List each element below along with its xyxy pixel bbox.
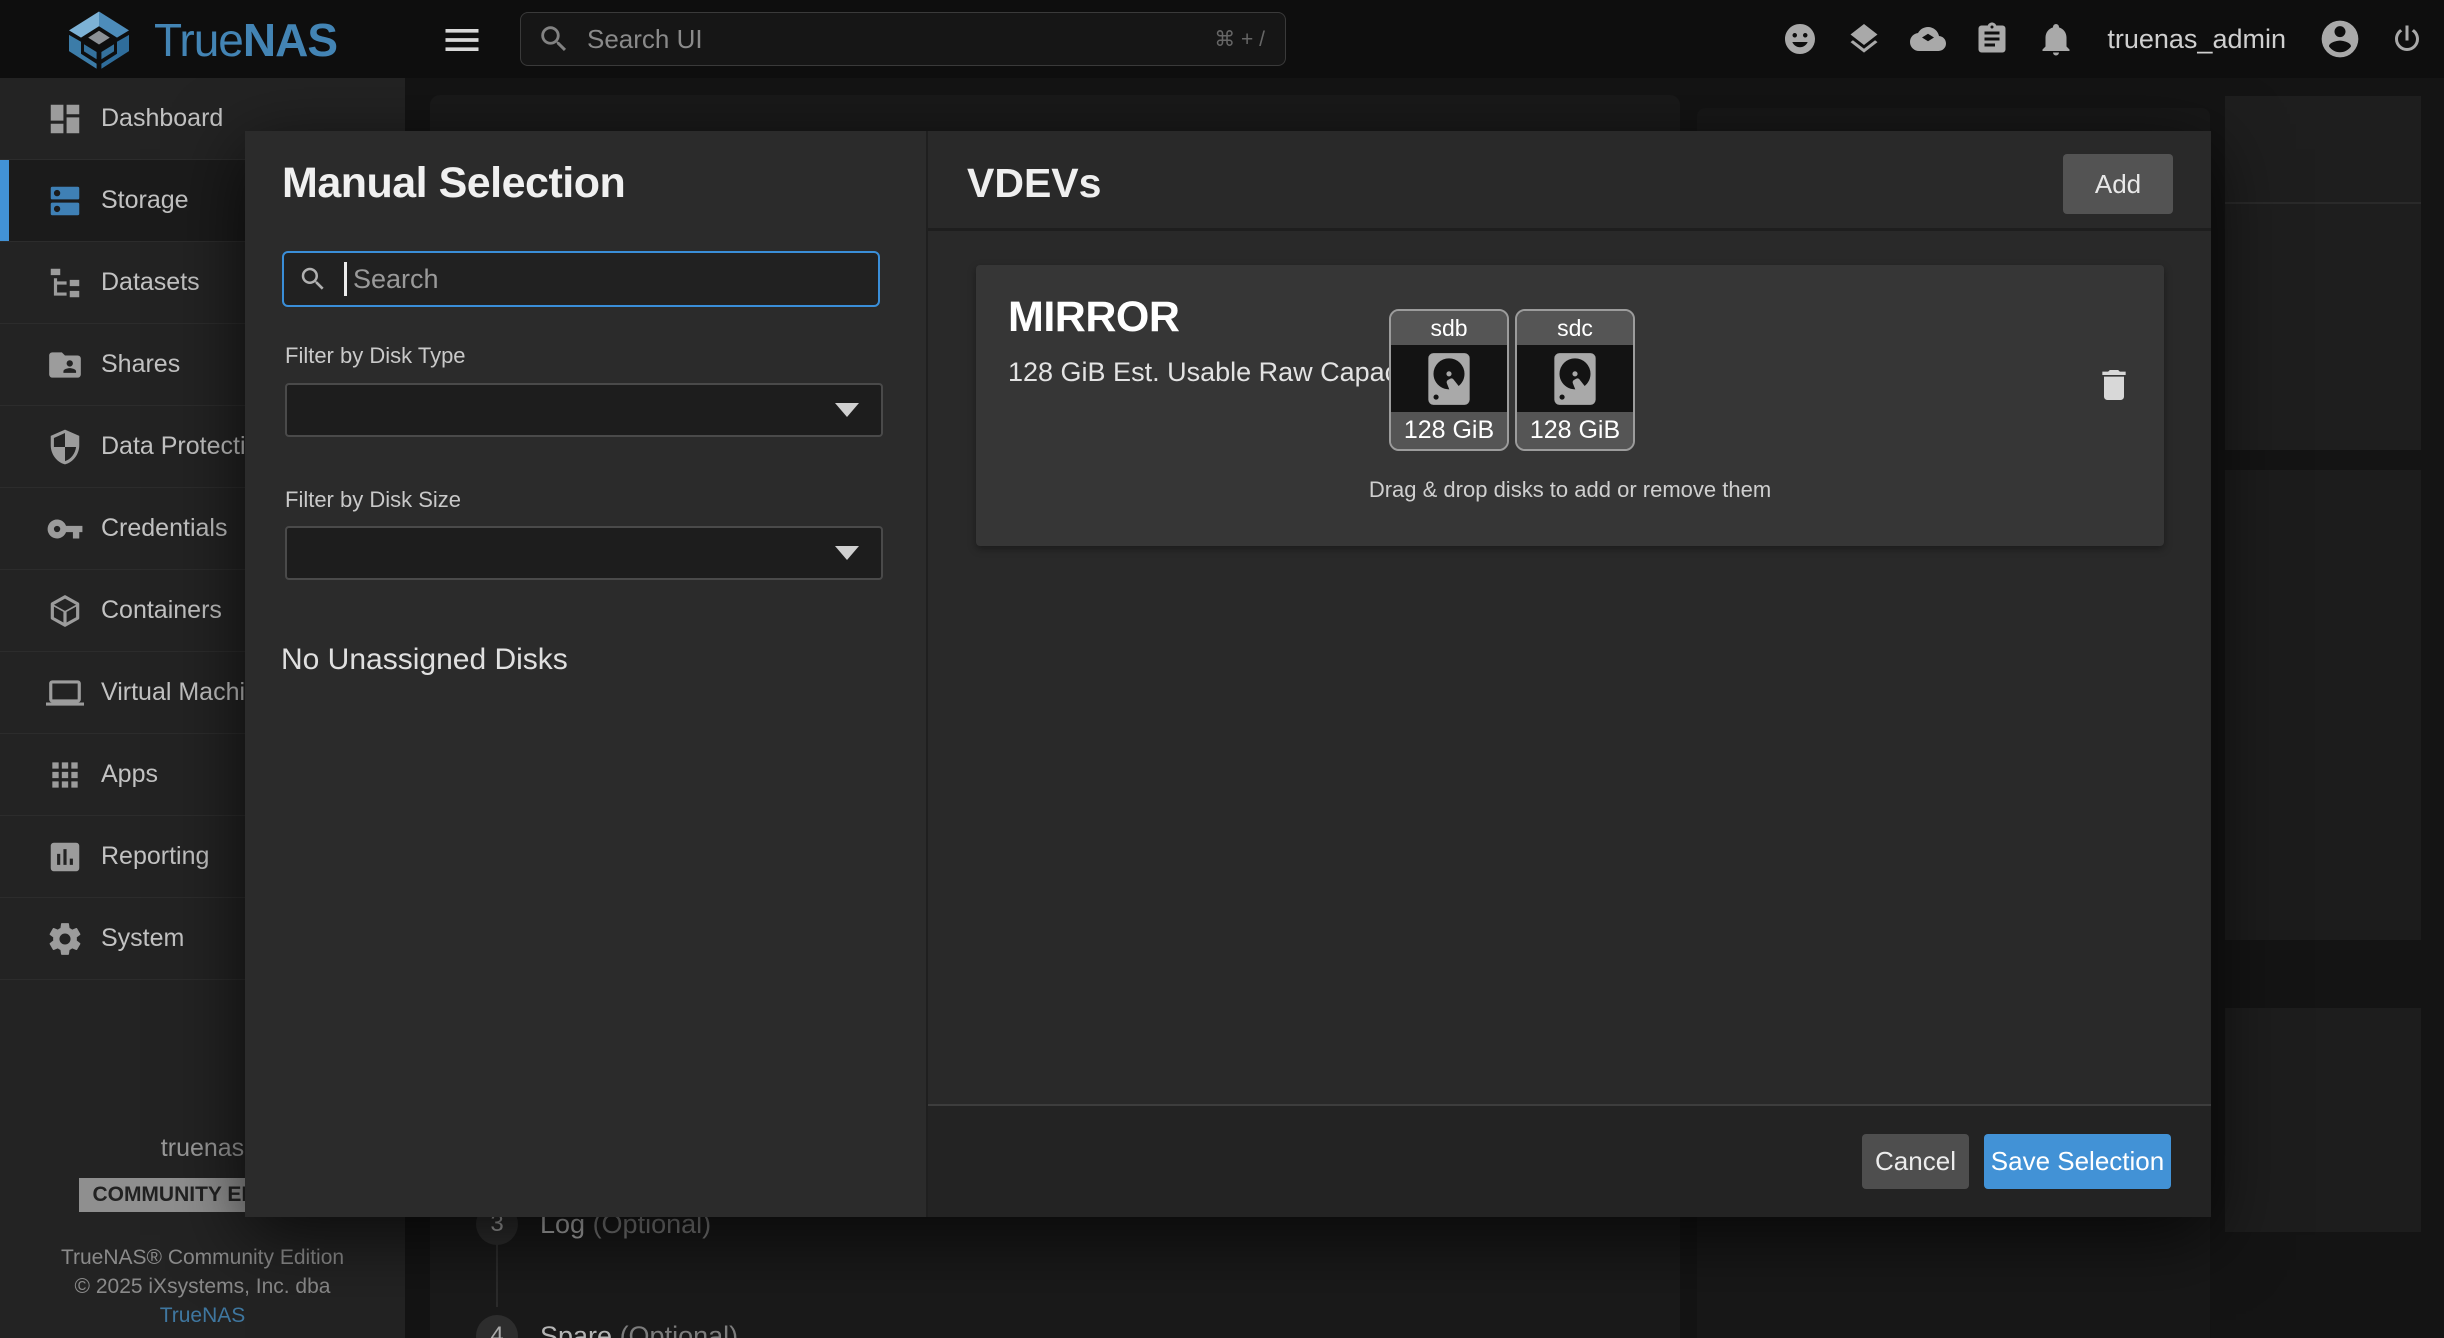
disk-name-label: sdb: [1391, 311, 1507, 345]
shield-icon: [46, 428, 84, 466]
vdevs-title: VDEVs: [967, 160, 1101, 207]
shares-icon: [46, 346, 84, 384]
manual-selection-dialog: Manual Selection Filter by Disk Type Fil…: [245, 131, 2211, 1217]
truenas-cloud-icon[interactable]: [1909, 20, 1947, 58]
background-panel: [2225, 1008, 2421, 1232]
search-shortcut-hint: ⌘ + /: [1214, 27, 1265, 52]
ix-stack-icon[interactable]: [1845, 20, 1883, 58]
sidebar-item-label: Datasets: [101, 268, 200, 297]
topbar: TrueNAS ⌘ + / truenas_admin: [0, 0, 2444, 78]
truenas-logo-icon: [58, 10, 140, 70]
divider: [2225, 202, 2421, 204]
box-icon: [46, 592, 84, 630]
logo-wordmark: TrueNAS: [154, 13, 337, 67]
background-panel: [2225, 96, 2421, 450]
copyright-line2: © 2025 iXsystems, Inc. dba: [0, 1272, 445, 1301]
chart-box-icon: [46, 838, 84, 876]
save-selection-button[interactable]: Save Selection: [1984, 1134, 2171, 1189]
harddisk-icon: [1418, 348, 1480, 410]
step-optional-label: (Optional): [612, 1321, 738, 1338]
sidebar-item-label: Credentials: [101, 514, 227, 543]
disk-size-label: 128 GiB: [1517, 412, 1633, 449]
chevron-down-icon: [835, 546, 859, 560]
hamburger-menu-icon[interactable]: [432, 17, 492, 63]
cancel-button[interactable]: Cancel: [1862, 1134, 1969, 1189]
vdevs-panel: VDEVs Add MIRROR 128 GiB Est. Usable Raw…: [928, 131, 2211, 1217]
global-search[interactable]: ⌘ + /: [520, 12, 1286, 66]
power-icon[interactable]: [2388, 20, 2426, 58]
disk-search-input[interactable]: [351, 263, 878, 296]
sidebar-item-label: Dashboard: [101, 104, 223, 133]
truenas-app-window: 3 Log (Optional) 4 Spare (Optional) Dash…: [0, 0, 2444, 1338]
step-label: Spare: [540, 1321, 612, 1338]
search-icon: [537, 22, 571, 56]
sidebar-item-label: Shares: [101, 350, 180, 379]
search-icon: [298, 264, 328, 294]
username-label: truenas_admin: [2107, 24, 2286, 55]
disk-size-label: 128 GiB: [1391, 412, 1507, 449]
drag-drop-hint: Drag & drop disks to add or remove them: [976, 477, 2164, 503]
disk-tile-sdc[interactable]: sdc 128 GiB: [1515, 309, 1635, 451]
filter-disk-type-select[interactable]: [285, 383, 883, 437]
filter-disk-type-label: Filter by Disk Type: [285, 343, 466, 369]
wizard-step-spare: 4 Spare (Optional): [476, 1315, 738, 1338]
alerts-bell-icon[interactable]: [2037, 20, 2075, 58]
vdev-type-label: MIRROR: [1008, 293, 1179, 342]
dashboard-icon: [46, 100, 84, 138]
dialog-title: Manual Selection: [282, 159, 625, 208]
disk-tile-sdb[interactable]: sdb 128 GiB: [1389, 309, 1509, 451]
sidebar-item-label: Storage: [101, 186, 189, 215]
account-avatar-icon[interactable]: [2318, 17, 2362, 61]
delete-vdev-icon[interactable]: [2094, 365, 2134, 405]
divider: [928, 228, 2211, 231]
copyright-line1: TrueNAS® Community Edition: [0, 1243, 445, 1272]
no-unassigned-disks-text: No Unassigned Disks: [281, 643, 568, 677]
sidebar-item-label: Reporting: [101, 842, 209, 871]
feedback-smiley-icon[interactable]: [1781, 20, 1819, 58]
datasets-icon: [46, 264, 84, 302]
sidebar-item-label: Containers: [101, 596, 222, 625]
disk-search-field[interactable]: [282, 251, 880, 307]
mirror-vdev-card: MIRROR 128 GiB Est. Usable Raw Capacity …: [976, 265, 2164, 546]
key-icon: [46, 510, 84, 548]
chevron-down-icon: [835, 403, 859, 417]
jobs-clipboard-icon[interactable]: [1973, 20, 2011, 58]
vdev-capacity-label: 128 GiB Est. Usable Raw Capacity: [1008, 357, 1425, 388]
storage-icon: [46, 182, 84, 220]
manual-selection-panel: Manual Selection Filter by Disk Type Fil…: [245, 131, 928, 1217]
gear-icon: [46, 920, 84, 958]
filter-disk-size-select[interactable]: [285, 526, 883, 580]
apps-grid-icon: [46, 756, 84, 794]
text-cursor: [344, 262, 347, 296]
add-vdev-button[interactable]: Add: [2063, 154, 2173, 214]
sidebar-item-label: Apps: [101, 760, 158, 789]
filter-disk-size-label: Filter by Disk Size: [285, 487, 461, 513]
background-panel: [2225, 470, 2421, 940]
disk-name-label: sdc: [1517, 311, 1633, 345]
harddisk-icon: [1544, 348, 1606, 410]
truenas-link[interactable]: TrueNAS: [0, 1301, 445, 1330]
global-search-input[interactable]: [585, 23, 1214, 56]
laptop-icon: [46, 674, 84, 712]
step-number-badge: 4: [476, 1315, 518, 1338]
truenas-logo[interactable]: TrueNAS: [58, 10, 337, 70]
step-connector-line: [496, 1245, 498, 1307]
sidebar-item-label: System: [101, 924, 184, 953]
dialog-footer: Cancel Save Selection: [928, 1104, 2211, 1217]
active-indicator: [0, 160, 9, 241]
copyright-text: TrueNAS® Community Edition © 2025 iXsyst…: [0, 1243, 445, 1330]
